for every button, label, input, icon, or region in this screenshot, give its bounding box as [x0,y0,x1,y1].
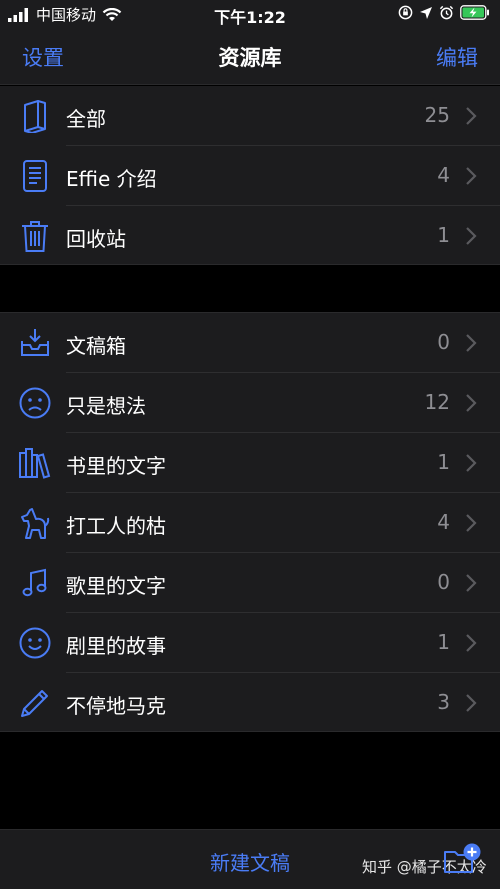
library-row-drama[interactable]: 剧里的故事 1 [0,613,500,673]
library-row-all[interactable]: 全部 25 [0,86,500,146]
chevron-right-icon [466,574,477,592]
row-count: 1 [437,450,450,474]
dog-icon [18,506,52,540]
row-count: 0 [437,330,450,354]
books-icon [18,446,52,480]
row-label: 歌里的文字 [66,574,166,598]
battery-charging-icon [460,5,489,20]
chevron-right-icon [466,694,477,712]
row-count: 1 [437,223,450,247]
nav-bar: 设置 资源库 编辑 [0,28,500,85]
status-bar: 中国移动 下午1:22 [0,0,500,28]
status-right [398,5,490,20]
row-count: 4 [437,510,450,534]
edit-button[interactable]: 编辑 [436,42,478,72]
row-count: 3 [437,690,450,714]
bottom-toolbar: 新建文稿 知乎 @橘子不太冷 [0,829,500,889]
smile-face-icon [18,626,52,660]
row-label: 全部 [66,107,106,131]
document-icon [18,159,52,193]
inbox-icon [18,326,52,360]
chevron-right-icon [466,107,477,125]
library-row-marks[interactable]: 不停地马克 3 [0,673,500,733]
library-group-main: 全部 25 Effie 介绍 4 回收站 1 [0,86,500,265]
pencil-icon [18,686,52,720]
music-note-icon [18,566,52,600]
chevron-right-icon [466,227,477,245]
trash-icon [18,219,52,253]
page-title: 资源库 [218,46,282,70]
row-label: Effie 介绍 [66,167,157,191]
chevron-right-icon [466,394,477,412]
library-row-worker[interactable]: 打工人的枯 4 [0,493,500,553]
chevron-right-icon [466,454,477,472]
row-label: 文稿箱 [66,334,126,358]
alarm-icon [439,5,454,20]
chevron-right-icon [466,634,477,652]
row-count: 1 [437,630,450,654]
row-label: 回收站 [66,227,126,251]
library-group-folders: 文稿箱 0 只是想法 12 书里的文字 1 打工人的枯 4 歌里的文字 0 剧里… [0,312,500,732]
row-count: 4 [437,163,450,187]
library-row-ideas[interactable]: 只是想法 12 [0,373,500,433]
chevron-right-icon [466,514,477,532]
row-count: 12 [424,390,450,414]
row-label: 不停地马克 [66,694,166,718]
rotation-lock-icon [398,5,413,20]
row-label: 剧里的故事 [66,634,166,658]
row-label: 书里的文字 [66,454,166,478]
row-label: 打工人的枯 [66,514,166,538]
library-row-trash[interactable]: 回收站 1 [0,206,500,266]
row-label: 只是想法 [66,394,146,418]
sad-face-icon [18,386,52,420]
add-folder-icon[interactable] [442,842,482,876]
row-count: 25 [424,103,450,127]
chevron-right-icon [466,167,477,185]
library-row-book-quotes[interactable]: 书里的文字 1 [0,433,500,493]
book-icon [18,99,52,133]
library-row-lyrics[interactable]: 歌里的文字 0 [0,553,500,613]
row-count: 0 [437,570,450,594]
library-row-effie-intro[interactable]: Effie 介绍 4 [0,146,500,206]
library-row-drafts[interactable]: 文稿箱 0 [0,313,500,373]
location-icon [420,6,432,19]
chevron-right-icon [466,334,477,352]
